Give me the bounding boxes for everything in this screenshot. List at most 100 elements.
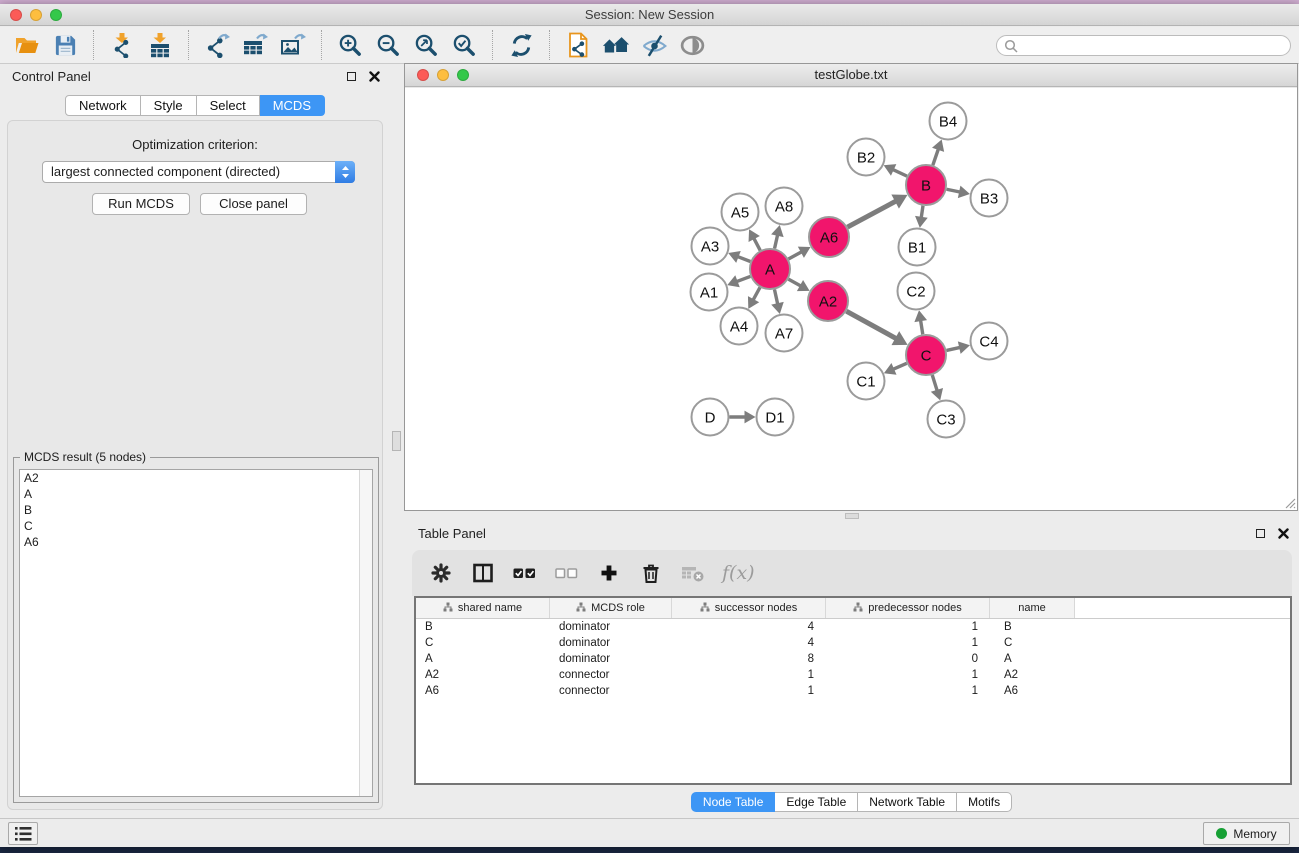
mcds-result-item[interactable]: A2 — [20, 470, 372, 486]
graph-edge[interactable] — [932, 375, 937, 392]
graph-node-A4[interactable]: A4 — [721, 308, 758, 345]
memory-button[interactable]: Memory — [1203, 822, 1290, 845]
graph-edge[interactable] — [933, 148, 939, 165]
close-table-panel-icon[interactable] — [1278, 528, 1289, 539]
graph-node-B1[interactable]: B1 — [899, 229, 936, 266]
zoom-in-icon[interactable] — [336, 30, 364, 60]
mcds-result-item[interactable]: B — [20, 502, 372, 518]
tab-network-table[interactable]: Network Table — [858, 792, 957, 812]
column-layout-icon[interactable] — [470, 560, 496, 586]
graph-edge[interactable] — [753, 287, 760, 301]
deselect-all-rows-icon[interactable] — [554, 560, 580, 586]
graph-node-B2[interactable]: B2 — [848, 139, 885, 176]
graph-edge[interactable] — [947, 189, 962, 192]
export-network-icon[interactable] — [203, 30, 231, 60]
zoom-selected-icon[interactable] — [450, 30, 478, 60]
column-header-mcds-role[interactable]: MCDS role — [550, 598, 672, 618]
column-header-successor-nodes[interactable]: successor nodes — [672, 598, 826, 618]
graph-edge[interactable] — [946, 347, 961, 350]
optimization-criterion-select[interactable]: largest connected component (directed) — [42, 161, 355, 183]
run-mcds-button[interactable]: Run MCDS — [92, 193, 190, 215]
graph-node-A1[interactable]: A1 — [691, 274, 728, 311]
table-settings-icon[interactable] — [428, 560, 454, 586]
network-maximize-button[interactable] — [457, 69, 469, 81]
float-panel-icon[interactable] — [347, 72, 356, 81]
graph-edge[interactable] — [848, 201, 897, 227]
open-session-icon[interactable] — [13, 30, 41, 60]
graph-edge[interactable] — [846, 311, 897, 339]
graph-node-D1[interactable]: D1 — [757, 399, 794, 436]
close-panel-button[interactable]: Close panel — [200, 193, 307, 215]
table-row[interactable]: Bdominator41B — [416, 619, 1290, 635]
result-scrollbar[interactable] — [359, 470, 372, 796]
network-from-document-icon[interactable] — [564, 30, 592, 60]
graph-node-C[interactable]: C — [906, 335, 946, 375]
network-canvas[interactable]: AA1A2A3A4A5A6A7A8BB1B2B3B4CC1C2C3C4DD1 — [405, 88, 1297, 510]
refresh-view-icon[interactable] — [507, 30, 535, 60]
graph-edge[interactable] — [892, 363, 907, 369]
table-row[interactable]: Adominator80A — [416, 651, 1290, 667]
tab-network[interactable]: Network — [65, 95, 141, 116]
delete-table-icon[interactable] — [680, 560, 706, 586]
export-image-icon[interactable] — [279, 30, 307, 60]
graph-edge[interactable] — [788, 279, 801, 286]
network-close-button[interactable] — [417, 69, 429, 81]
network-graph[interactable]: AA1A2A3A4A5A6A7A8BB1B2B3B4CC1C2C3C4DD1 — [405, 88, 1297, 510]
search-input[interactable] — [1021, 36, 1281, 55]
graph-node-A8[interactable]: A8 — [766, 188, 803, 225]
tab-edge-table[interactable]: Edge Table — [775, 792, 858, 812]
node-table[interactable]: shared nameMCDS rolesuccessor nodesprede… — [414, 596, 1292, 785]
tab-style[interactable]: Style — [141, 95, 197, 116]
graph-node-C2[interactable]: C2 — [898, 273, 935, 310]
table-row[interactable]: Cdominator41C — [416, 635, 1290, 651]
graph-edge[interactable] — [774, 290, 777, 306]
table-row[interactable]: A6connector11A6 — [416, 683, 1290, 699]
home-view-icon[interactable] — [602, 30, 630, 60]
graph-node-A2[interactable]: A2 — [808, 281, 848, 321]
select-all-rows-icon[interactable] — [512, 560, 538, 586]
import-network-icon[interactable] — [108, 30, 136, 60]
graph-node-B3[interactable]: B3 — [971, 180, 1008, 217]
vertical-splitter-handle[interactable] — [392, 431, 401, 451]
tab-motifs[interactable]: Motifs — [957, 792, 1012, 812]
column-header-predecessor-nodes[interactable]: predecessor nodes — [826, 598, 990, 618]
mcds-result-item[interactable]: C — [20, 518, 372, 534]
graph-edge[interactable] — [892, 169, 907, 176]
graph-node-A6[interactable]: A6 — [809, 217, 849, 257]
zoom-fit-icon[interactable] — [412, 30, 440, 60]
graph-node-A[interactable]: A — [750, 249, 790, 289]
toggle-visibility-icon[interactable] — [678, 30, 706, 60]
tab-mcds[interactable]: MCDS — [260, 95, 325, 116]
graph-node-B4[interactable]: B4 — [930, 103, 967, 140]
import-table-icon[interactable] — [146, 30, 174, 60]
table-row[interactable]: A2connector11A2 — [416, 667, 1290, 683]
graph-node-B[interactable]: B — [906, 165, 946, 205]
close-window-button[interactable] — [10, 9, 22, 21]
hide-selected-icon[interactable] — [640, 30, 668, 60]
graph-edge[interactable] — [788, 251, 802, 259]
graph-node-C1[interactable]: C1 — [848, 363, 885, 400]
graph-node-A7[interactable]: A7 — [766, 315, 803, 352]
mcds-result-item[interactable]: A6 — [20, 534, 372, 550]
close-panel-icon[interactable] — [369, 71, 380, 82]
graph-node-A5[interactable]: A5 — [722, 194, 759, 231]
zoom-out-icon[interactable] — [374, 30, 402, 60]
tab-select[interactable]: Select — [197, 95, 260, 116]
minimize-window-button[interactable] — [30, 9, 42, 21]
horizontal-splitter-handle[interactable] — [845, 513, 859, 519]
resize-grip-icon[interactable] — [1283, 496, 1296, 509]
float-table-panel-icon[interactable] — [1256, 529, 1265, 538]
column-header-shared-name[interactable]: shared name — [416, 598, 550, 618]
tab-node-table[interactable]: Node Table — [691, 792, 776, 812]
mcds-result-list[interactable]: A2ABCA6 — [19, 469, 373, 797]
graph-edge[interactable] — [753, 237, 760, 250]
export-table-icon[interactable] — [241, 30, 269, 60]
graph-node-A3[interactable]: A3 — [692, 228, 729, 265]
graph-edge[interactable] — [775, 234, 778, 249]
save-session-icon[interactable] — [51, 30, 79, 60]
graph-node-C4[interactable]: C4 — [971, 323, 1008, 360]
graph-node-C3[interactable]: C3 — [928, 401, 965, 438]
graph-edge[interactable] — [737, 256, 751, 261]
search-field[interactable] — [996, 35, 1291, 56]
mcds-result-item[interactable]: A — [20, 486, 372, 502]
